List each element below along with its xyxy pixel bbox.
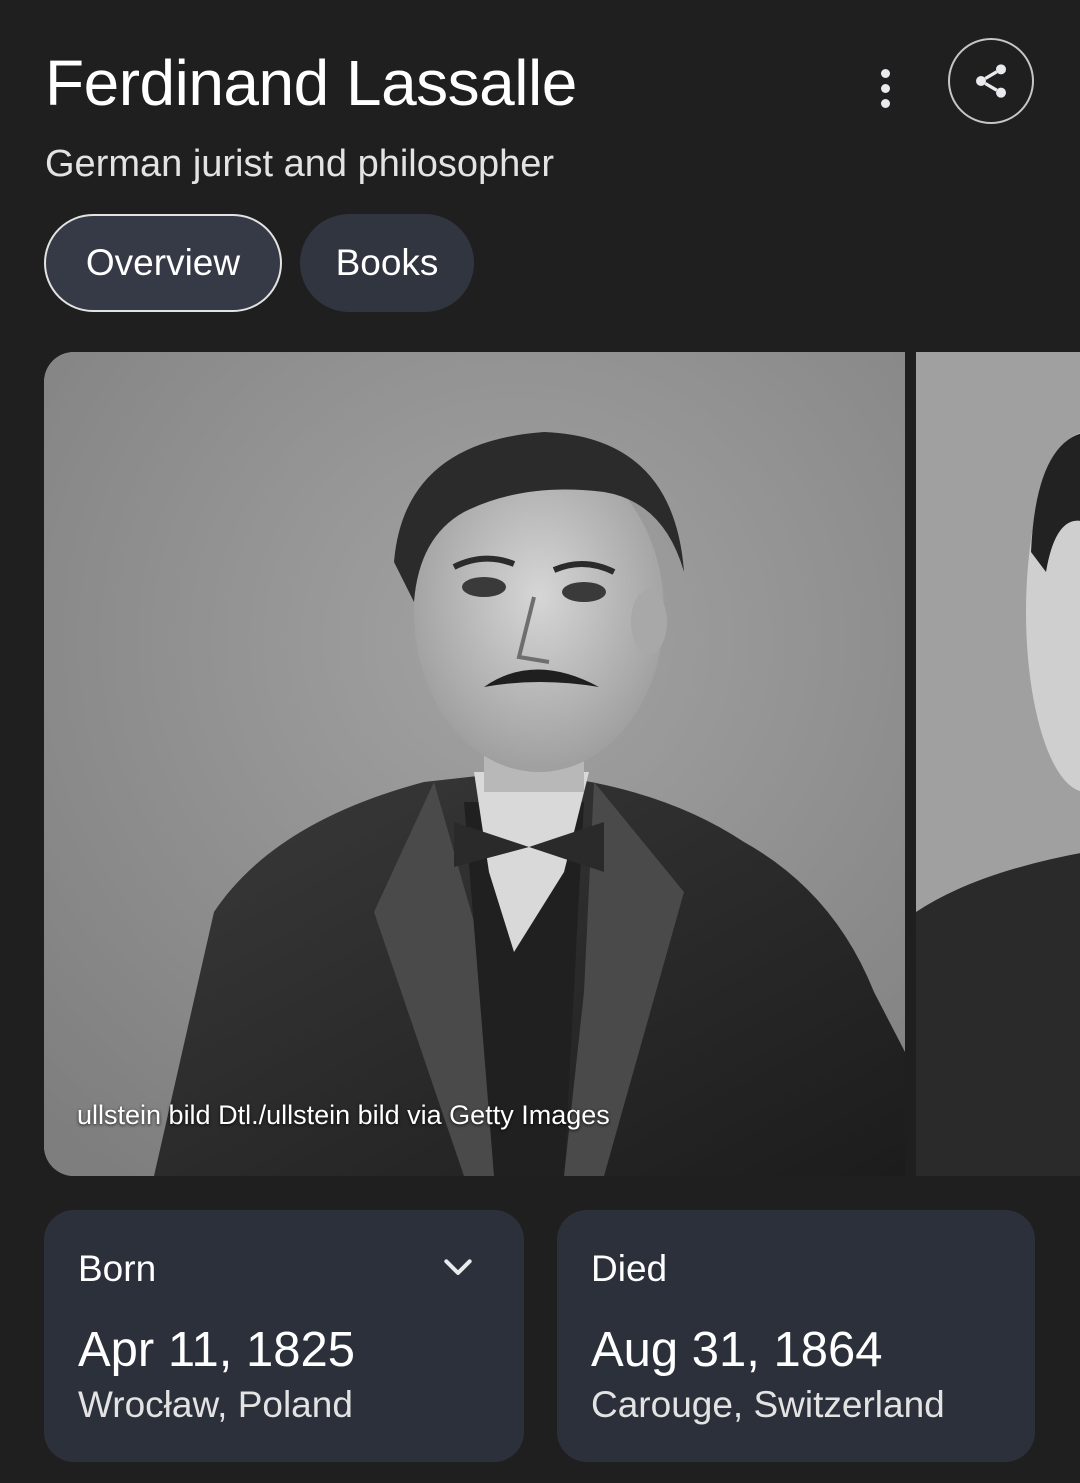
- died-label: Died: [591, 1248, 668, 1289]
- more-vert-icon: [880, 68, 890, 78]
- died-date: Aug 31, 1864: [591, 1323, 883, 1377]
- page-title: Ferdinand Lassalle: [45, 47, 577, 119]
- died-card[interactable]: Died Aug 31, 1864 Carouge, Switzerland: [557, 1210, 1035, 1462]
- portrait-image[interactable]: ullstein bild Dtl./ullstein bild via Get…: [44, 352, 905, 1176]
- tab-books[interactable]: Books: [300, 214, 474, 312]
- secondary-portrait-illustration: [916, 352, 1080, 1176]
- born-place: Wrocław, Poland: [78, 1384, 353, 1425]
- portrait-illustration: [44, 352, 905, 1176]
- secondary-portrait-image[interactable]: [916, 352, 1080, 1176]
- born-card[interactable]: Born Apr 11, 1825 Wrocław, Poland: [44, 1210, 524, 1462]
- born-label: Born: [78, 1248, 157, 1289]
- page-subtitle: German jurist and philosopher: [45, 143, 555, 185]
- image-credit: ullstein bild Dtl./ullstein bild via Get…: [77, 1100, 610, 1130]
- tab-overview[interactable]: Overview: [44, 214, 282, 312]
- chevron-down-icon[interactable]: [438, 1248, 478, 1288]
- died-place: Carouge, Switzerland: [591, 1384, 945, 1425]
- more-vert-icon-dot: [880, 83, 890, 93]
- born-date: Apr 11, 1825: [78, 1323, 355, 1377]
- tab-bar: Overview Books: [44, 214, 474, 312]
- share-button[interactable]: [948, 38, 1034, 124]
- more-options-button[interactable]: [860, 60, 910, 116]
- share-icon: [976, 64, 1006, 98]
- more-vert-icon-dot: [880, 98, 890, 108]
